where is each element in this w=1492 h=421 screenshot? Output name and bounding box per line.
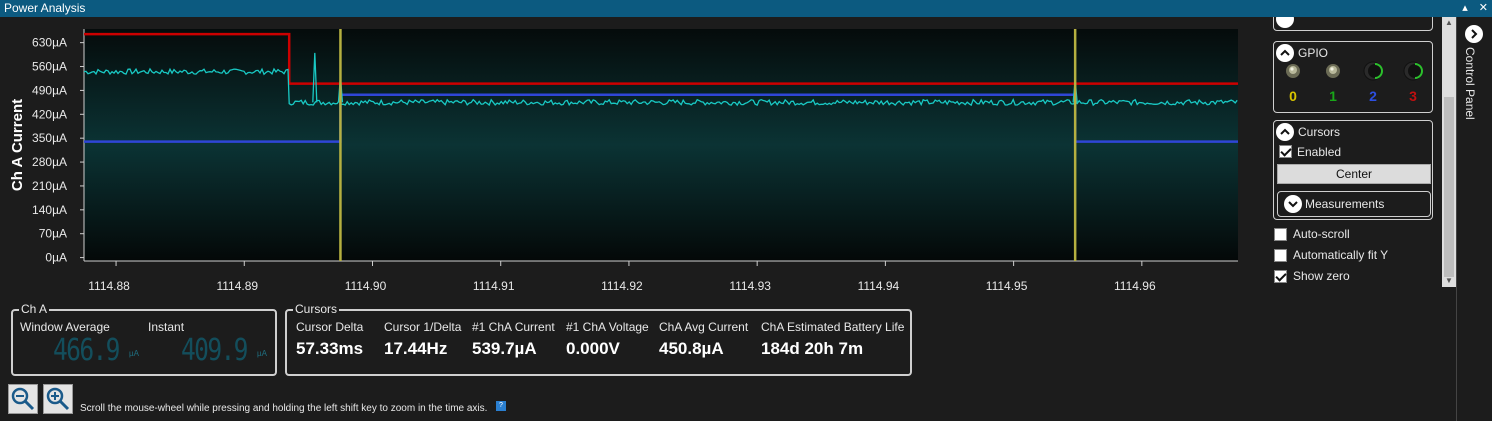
window-title: Power Analysis bbox=[4, 1, 86, 15]
y-tick-label: 0µA bbox=[45, 251, 67, 265]
cha-avg-current-value: 450.8µA bbox=[659, 339, 724, 358]
instant-value: 409.9 bbox=[181, 333, 249, 368]
cha-voltage-value: 0.000V bbox=[566, 339, 620, 358]
cha-title: Ch A bbox=[19, 302, 50, 316]
cursor-inv-delta-label: Cursor 1/Delta bbox=[384, 320, 462, 334]
cursors-enabled-label: Enabled bbox=[1297, 145, 1342, 159]
y-tick-label: 140µA bbox=[32, 203, 67, 217]
auto-scroll-label: Auto-scroll bbox=[1293, 227, 1350, 241]
x-tick-label: 1114.92 bbox=[601, 279, 643, 293]
cha-voltage-label: #1 ChA Voltage bbox=[566, 320, 649, 334]
measurements-box: Measurements bbox=[1277, 191, 1431, 217]
load-profiling-toggle[interactable] bbox=[1276, 17, 1294, 28]
cha-current-value: 539.7µA bbox=[472, 339, 537, 358]
y-tick-label: 280µA bbox=[32, 155, 67, 169]
zoom-in-button[interactable] bbox=[43, 384, 73, 414]
show-zero-checkbox[interactable] bbox=[1274, 270, 1287, 283]
center-button[interactable]: Center bbox=[1277, 164, 1431, 184]
scroll-thumb[interactable] bbox=[1444, 97, 1454, 277]
y-tick-label: 420µA bbox=[32, 107, 67, 121]
y-axis-label: Ch A Current bbox=[9, 99, 26, 191]
power-analysis-window: Power Analysis ▴ ✕ 0µA 70µA 140µA 210µA 280µ… bbox=[0, 0, 1492, 421]
auto-fit-y-label: Automatically fit Y bbox=[1293, 248, 1389, 262]
auto-fit-y-checkbox[interactable] bbox=[1274, 249, 1287, 262]
gpio-led-3[interactable] bbox=[1402, 60, 1424, 82]
chevron-right-icon bbox=[1471, 29, 1478, 39]
battery-life-label: ChA Estimated Battery Life bbox=[761, 320, 905, 334]
title-bar: Power Analysis ▴ ✕ bbox=[0, 0, 1492, 17]
load-profiling-box bbox=[1273, 17, 1433, 31]
y-tick-label: 210µA bbox=[32, 179, 67, 193]
plot-area bbox=[84, 29, 1238, 261]
gpio-led-0[interactable] bbox=[1282, 60, 1304, 82]
cursors-measure-box: Cursors Cursor Delta 57.33ms Cursor 1/De… bbox=[285, 302, 912, 376]
window-average-label: Window Average bbox=[20, 320, 110, 334]
current-chart[interactable]: 0µA 70µA 140µA 210µA 280µA 350µA 420µA 490µA 560… bbox=[0, 17, 1260, 300]
x-tick-label: 1114.91 bbox=[473, 279, 515, 293]
window-average-value: 466.9 bbox=[53, 333, 121, 368]
gpio-title: GPIO bbox=[1298, 46, 1329, 60]
control-panel: GPIO 0 1 2 3 Cursors Enabled Measurements C… bbox=[1262, 17, 1456, 421]
cha-current-label: #1 ChA Current bbox=[472, 320, 555, 334]
cursor-inv-delta-value: 17.44Hz bbox=[384, 339, 448, 358]
control-panel-collapse-button[interactable] bbox=[1465, 25, 1483, 43]
x-tick-label: 1114.88 bbox=[88, 279, 130, 293]
instant-unit: µA bbox=[257, 349, 267, 358]
chevron-up-icon bbox=[1280, 128, 1290, 135]
gpio-box: GPIO 0 1 2 3 bbox=[1273, 41, 1433, 113]
x-tick-label: 1114.90 bbox=[345, 279, 387, 293]
cursors-panel-title: Cursors bbox=[1298, 125, 1341, 139]
auto-scroll-checkbox[interactable] bbox=[1274, 228, 1287, 241]
gpio-pin-label: 2 bbox=[1369, 88, 1377, 104]
cursor-delta-label: Cursor Delta bbox=[296, 320, 364, 334]
gpio-pin-label: 1 bbox=[1329, 88, 1337, 104]
cursors-box-title: Cursors bbox=[293, 302, 340, 316]
instant-label: Instant bbox=[148, 320, 185, 334]
show-zero-label: Show zero bbox=[1293, 269, 1350, 283]
x-tick-label: 1114.96 bbox=[1114, 279, 1156, 293]
gpio-led-2[interactable] bbox=[1362, 60, 1384, 82]
pin-icon[interactable]: ▴ bbox=[1462, 2, 1468, 14]
control-panel-scrollbar[interactable]: ▲ ▼ bbox=[1442, 17, 1456, 287]
measurements-label: Measurements bbox=[1305, 197, 1385, 211]
cursor-delta-value: 57.33ms bbox=[296, 339, 364, 358]
x-tick-label: 1114.94 bbox=[858, 279, 900, 293]
x-tick-label: 1114.95 bbox=[986, 279, 1028, 293]
battery-life-value: 184d 20h 7m bbox=[761, 339, 864, 358]
control-panel-tab[interactable]: Control Panel bbox=[1456, 17, 1492, 421]
y-tick-label: 70µA bbox=[39, 227, 67, 241]
y-tick-label: 560µA bbox=[32, 60, 67, 74]
cha-box: Ch A Window Average Instant 466.9 µA 409… bbox=[11, 302, 277, 376]
cursors-enabled-checkbox[interactable] bbox=[1279, 145, 1292, 158]
gpio-pin-label: 3 bbox=[1409, 88, 1417, 104]
cha-avg-current-label: ChA Avg Current bbox=[659, 320, 749, 334]
zoom-out-icon bbox=[11, 387, 35, 411]
y-tick-label: 490µA bbox=[32, 83, 67, 97]
scroll-up-icon[interactable]: ▲ bbox=[1442, 17, 1456, 29]
close-icon[interactable]: ✕ bbox=[1479, 2, 1488, 14]
control-panel-tab-label: Control Panel bbox=[1463, 47, 1477, 120]
chevron-down-icon bbox=[1288, 201, 1298, 208]
measurements-expand-button[interactable] bbox=[1284, 195, 1302, 213]
x-tick-label: 1114.93 bbox=[729, 279, 771, 293]
y-tick-label: 350µA bbox=[32, 131, 67, 145]
scroll-down-icon[interactable]: ▼ bbox=[1442, 275, 1456, 287]
zoom-in-icon bbox=[46, 387, 70, 411]
cursors-collapse-button[interactable] bbox=[1276, 123, 1294, 141]
help-icon[interactable]: ? bbox=[496, 401, 506, 411]
window-average-unit: µA bbox=[129, 349, 139, 358]
x-tick-label: 1114.89 bbox=[216, 279, 258, 293]
y-tick-label: 630µA bbox=[32, 36, 67, 50]
zoom-out-button[interactable] bbox=[8, 384, 38, 414]
gpio-led-1[interactable] bbox=[1322, 60, 1344, 82]
gpio-pin-label: 0 bbox=[1289, 88, 1297, 104]
zoom-hint-text: Scroll the mouse-wheel while pressing an… bbox=[80, 403, 488, 414]
